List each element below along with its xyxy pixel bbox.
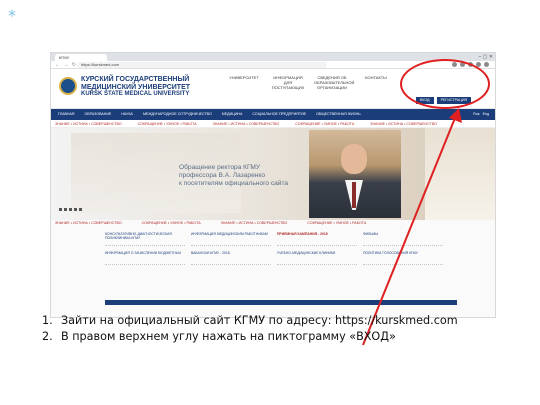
step-number: 2. xyxy=(42,330,53,343)
instruction-step: 2. В правом верхнем углу нажать на пикто… xyxy=(42,329,458,345)
step-text: В правом верхнем углу нажать на пиктогра… xyxy=(61,330,396,343)
instruction-list: 1. Зайти на официальный сайт КГМУ по адр… xyxy=(42,313,458,345)
step-number: 1. xyxy=(42,314,53,327)
presentation-slide: * КГМУ – ▢ ✕ ← → ↻ https://kurskmed.com … xyxy=(0,0,540,405)
step-text: Зайти на официальный сайт КГМУ по адресу… xyxy=(61,314,458,327)
instruction-step: 1. Зайти на официальный сайт КГМУ по адр… xyxy=(42,313,458,329)
